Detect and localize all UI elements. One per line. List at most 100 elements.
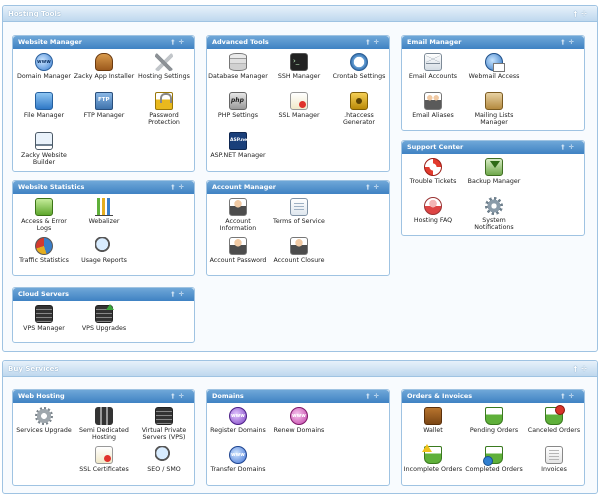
ssl-certificates-link[interactable]: SSL Certificates	[73, 446, 135, 473]
wallet-icon	[424, 407, 442, 425]
expand-icon[interactable]: ✛	[179, 392, 188, 400]
item-label: Renew Domains	[273, 427, 325, 434]
document-icon	[290, 198, 308, 216]
database-manager-link[interactable]: Database Manager	[207, 53, 269, 80]
pin-icon[interactable]: †	[171, 38, 178, 46]
gear-upgrade-icon	[35, 407, 53, 425]
htaccess-generator-link[interactable]: .htaccess Generator	[328, 92, 390, 126]
panel-title: Orders & Invoices	[407, 392, 473, 400]
terms-of-service-link[interactable]: Terms of Service	[268, 198, 330, 225]
item-label: Account Information	[219, 218, 257, 233]
crontab-settings-link[interactable]: Crontab Settings	[328, 53, 390, 80]
panel-controls[interactable]: †✛	[171, 288, 188, 301]
pin-icon[interactable]: †	[561, 392, 568, 400]
ssh-manager-link[interactable]: SSH Manager	[268, 53, 330, 80]
account-information-link[interactable]: Account Information	[207, 198, 269, 232]
panel-controls[interactable]: †✛	[366, 390, 383, 403]
hosting-settings-link[interactable]: Hosting Settings	[133, 53, 195, 80]
expand-icon[interactable]: ✛	[569, 38, 578, 46]
ftp-manager-link[interactable]: FTP Manager	[73, 92, 135, 119]
services-upgrade-link[interactable]: Services Upgrade	[13, 407, 75, 434]
ssl-manager-link[interactable]: SSL Manager	[268, 92, 330, 119]
aspnet-manager-link[interactable]: ASP.NET Manager	[207, 132, 269, 159]
register-domains-link[interactable]: Register Domains	[207, 407, 269, 434]
pin-icon[interactable]: †	[366, 183, 373, 191]
panel-controls[interactable]: †✛	[171, 181, 188, 194]
system-notifications-link[interactable]: System Notifications	[463, 197, 525, 231]
lock-icon	[155, 92, 173, 110]
account-password-link[interactable]: Account Password	[207, 237, 269, 264]
pin-icon[interactable]: †	[171, 392, 178, 400]
item-label: Services Upgrade	[16, 427, 72, 434]
pending-cart-icon	[485, 407, 503, 425]
webalizer-link[interactable]: Webalizer	[73, 198, 135, 225]
backup-manager-link[interactable]: Backup Manager	[463, 158, 525, 185]
account-closure-link[interactable]: Account Closure	[268, 237, 330, 264]
item-label: Register Domains	[210, 427, 266, 434]
item-label: Email Aliases	[412, 112, 454, 119]
expand-icon[interactable]: ✛	[374, 183, 383, 191]
seo-smo-link[interactable]: SEO / SMO	[133, 446, 195, 473]
password-protection-link[interactable]: Password Protection	[133, 92, 195, 126]
vps-hosting-link[interactable]: Virtual Private Servers (VPS)	[133, 407, 195, 441]
vps-manager-link[interactable]: VPS Manager	[13, 305, 75, 332]
expand-icon[interactable]: ✛	[179, 183, 188, 191]
trouble-tickets-link[interactable]: Trouble Tickets	[402, 158, 464, 185]
pending-orders-link[interactable]: Pending Orders	[463, 407, 525, 434]
pin-icon[interactable]: †	[561, 143, 568, 151]
panel-controls[interactable]: †✛	[171, 36, 188, 49]
expand-icon[interactable]: ✛	[581, 365, 591, 373]
vps-upgrades-link[interactable]: VPS Upgrades	[73, 304, 135, 332]
transfer-domains-link[interactable]: Transfer Domains	[207, 446, 269, 473]
item-label: Hosting FAQ	[413, 217, 453, 224]
panel-controls[interactable]: †✛	[171, 390, 188, 403]
panel-controls[interactable]: †✛	[366, 36, 383, 49]
panel-controls[interactable]: †✛	[561, 390, 578, 403]
expand-icon[interactable]: ✛	[374, 38, 383, 46]
panel-title: Support Center	[407, 143, 464, 151]
webmail-access-link[interactable]: Webmail Access	[463, 53, 525, 80]
expand-icon[interactable]: ✛	[179, 38, 188, 46]
canceled-orders-link[interactable]: Canceled Orders	[523, 405, 585, 434]
incomplete-cart-icon	[422, 444, 442, 464]
email-aliases-link[interactable]: Email Aliases	[402, 92, 464, 119]
panel-controls[interactable]: †✛	[561, 141, 578, 154]
semi-dedicated-hosting-link[interactable]: Semi Dedicated Hosting	[73, 407, 135, 441]
expand-icon[interactable]: ✛	[581, 10, 591, 18]
section-controls[interactable]: †✛	[574, 6, 591, 22]
zacky-app-installer-link[interactable]: Zacky App Installer	[73, 53, 135, 80]
panel-controls[interactable]: †✛	[561, 36, 578, 49]
expand-icon[interactable]: ✛	[179, 290, 188, 298]
domain-manager-link[interactable]: Domain Manager	[13, 53, 75, 80]
expand-icon[interactable]: ✛	[569, 392, 578, 400]
usage-reports-link[interactable]: Usage Reports	[73, 237, 135, 264]
pin-icon[interactable]: †	[171, 183, 178, 191]
completed-orders-link[interactable]: Completed Orders	[463, 446, 525, 473]
panel-controls[interactable]: †✛	[366, 181, 383, 194]
hosting-faq-link[interactable]: Hosting FAQ	[402, 197, 464, 224]
pin-icon[interactable]: †	[561, 38, 568, 46]
access-error-logs-link[interactable]: Access & Error Logs	[13, 198, 75, 232]
pin-icon[interactable]: †	[366, 38, 373, 46]
panel-title: Email Manager	[407, 38, 462, 46]
pin-icon[interactable]: †	[171, 290, 178, 298]
invoices-link[interactable]: Invoices	[523, 446, 585, 473]
pin-icon[interactable]: †	[574, 10, 582, 18]
expand-icon[interactable]: ✛	[374, 392, 383, 400]
traffic-statistics-link[interactable]: Traffic Statistics	[13, 237, 75, 264]
person-lock-icon	[229, 237, 247, 255]
file-manager-link[interactable]: File Manager	[13, 92, 75, 119]
php-settings-link[interactable]: PHP Settings	[207, 92, 269, 119]
pin-icon[interactable]: †	[366, 392, 373, 400]
pin-icon[interactable]: †	[574, 365, 582, 373]
renew-domains-link[interactable]: Renew Domains	[268, 407, 330, 434]
zacky-website-builder-link[interactable]: Zacky Website Builder	[13, 132, 75, 166]
email-accounts-link[interactable]: Email Accounts	[402, 53, 464, 80]
panel-title: Account Manager	[212, 183, 276, 191]
mailing-lists-manager-link[interactable]: Mailing Lists Manager	[463, 92, 525, 126]
section-controls[interactable]: †✛	[574, 361, 591, 377]
seo-icon	[155, 446, 173, 464]
expand-icon[interactable]: ✛	[569, 143, 578, 151]
wallet-link[interactable]: Wallet	[402, 407, 464, 434]
incomplete-orders-link[interactable]: Incomplete Orders	[402, 444, 464, 473]
